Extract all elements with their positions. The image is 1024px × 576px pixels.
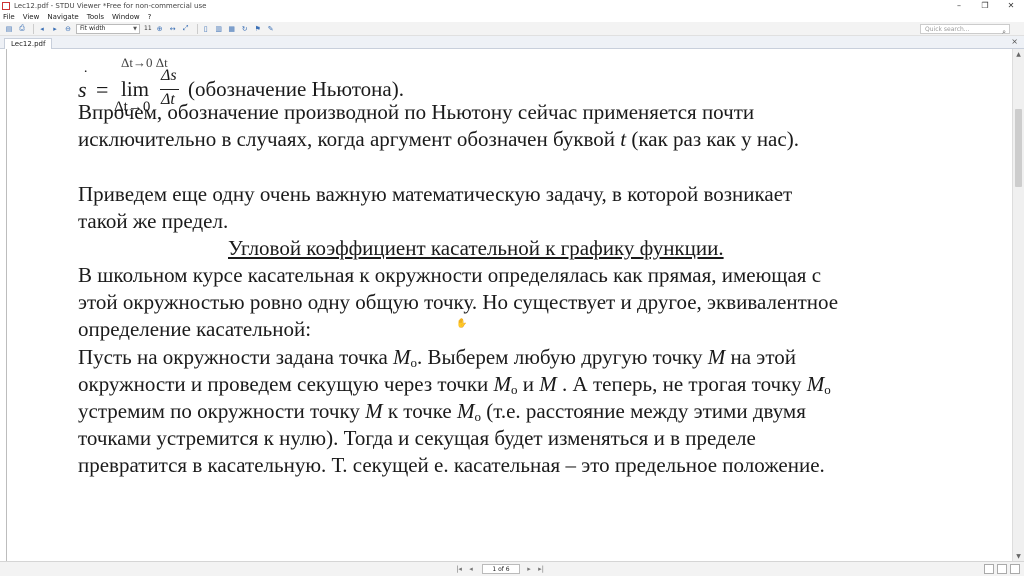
- scroll-down-icon[interactable]: ▼: [1013, 551, 1024, 561]
- facing-icon[interactable]: ▦: [227, 24, 237, 34]
- hand-cursor-icon: ✋: [456, 319, 468, 329]
- first-page-icon[interactable]: |◂: [454, 564, 464, 574]
- forward-icon[interactable]: ▸: [50, 24, 60, 34]
- open-icon[interactable]: ▤: [4, 24, 14, 34]
- last-page-icon[interactable]: ▸|: [536, 564, 546, 574]
- document-tab-strip: Lec12.pdf ×: [0, 36, 1024, 49]
- zoom-out-icon[interactable]: ⊖: [63, 24, 73, 34]
- fit-page-icon[interactable]: ⤢: [181, 24, 191, 34]
- view-mode-icon[interactable]: [984, 564, 994, 574]
- tab-lec12[interactable]: Lec12.pdf: [4, 38, 53, 49]
- print-icon[interactable]: ⎙: [17, 24, 27, 34]
- zoom-in-icon[interactable]: ⊕: [155, 24, 165, 34]
- maximize-button[interactable]: ❐: [972, 0, 998, 11]
- chevron-down-icon: ▼: [133, 25, 137, 32]
- menu-navigate[interactable]: Navigate: [47, 13, 78, 21]
- window-title: Lec12.pdf - STDU Viewer *Free for non-co…: [14, 1, 207, 10]
- back-icon[interactable]: ◂: [37, 24, 47, 34]
- text-line: исключительно в случаях, когда аргумент …: [78, 127, 799, 151]
- close-tab-icon[interactable]: ×: [1011, 37, 1018, 46]
- title-bar: Lec12.pdf - STDU Viewer *Free for non-co…: [0, 0, 1024, 11]
- text-line: Приведем еще одну очень важную математич…: [78, 182, 793, 206]
- toolbar-divider: [196, 23, 198, 34]
- toolbar: ▤ ⎙ ◂ ▸ ⊖ Fit width ▼ 11 ⊕ ↔ ⤢ ▯ ▥ ▦ ↻ ⚑…: [0, 22, 1024, 36]
- menu-file[interactable]: File: [3, 13, 15, 21]
- toolbar-divider: [33, 23, 34, 34]
- search-placeholder: Quick search...: [925, 25, 970, 33]
- zoom-dropdown[interactable]: Fit width ▼: [76, 23, 140, 34]
- next-page-icon[interactable]: ▸: [524, 564, 534, 574]
- text-line: определение касательной:: [78, 317, 312, 341]
- quick-search-input[interactable]: Quick search... ⌕: [920, 24, 1010, 36]
- tab-label: Lec12.pdf: [11, 40, 46, 48]
- close-button[interactable]: ✕: [998, 0, 1024, 11]
- prev-page-icon[interactable]: ◂: [466, 564, 476, 574]
- minimize-button[interactable]: –: [946, 0, 972, 11]
- text-line: В школьном курсе касательная к окружност…: [78, 263, 822, 287]
- section-heading: Угловой коэффициент касательной к график…: [228, 236, 724, 260]
- zoom-step: 11: [144, 25, 152, 32]
- text-line: точками устремится к нулю). Тогда и секу…: [78, 426, 756, 450]
- menu-tools[interactable]: Tools: [87, 13, 104, 21]
- pencil-icon[interactable]: ✎: [266, 24, 276, 34]
- app-logo-icon: [2, 1, 10, 10]
- text-line: этой окружностью ровно одну общую точку.…: [78, 290, 839, 314]
- scroll-thumb[interactable]: [1015, 109, 1022, 187]
- text-line: Впрочем, обозначение производной по Ньют…: [78, 100, 755, 124]
- status-bar: |◂ ◂ 1 of 6 ▸ ▸|: [0, 561, 1024, 576]
- window-controls: – ❐ ✕: [946, 0, 1024, 11]
- scroll-up-icon[interactable]: ▲: [1013, 49, 1024, 59]
- bookmark-icon[interactable]: ⚑: [253, 24, 263, 34]
- vertical-scrollbar[interactable]: ▲ ▼: [1012, 49, 1024, 561]
- layout-icon[interactable]: [997, 564, 1007, 574]
- zoom-value: Fit width: [80, 25, 106, 32]
- page-number-field[interactable]: 1 of 6: [482, 564, 520, 574]
- document-view[interactable]: Δt→0 Δt ˙ s = lim Δt→0 Δs Δt (обозначени…: [0, 49, 1012, 561]
- menu-bar: File View Navigate Tools Window ?: [0, 11, 1024, 22]
- status-view-controls: [981, 564, 1020, 574]
- menu-window[interactable]: Window: [112, 13, 140, 21]
- menu-help[interactable]: ?: [148, 13, 152, 21]
- formula-numerator: Δs: [161, 67, 177, 84]
- fraction-bar: [160, 89, 179, 90]
- single-page-icon[interactable]: ▯: [201, 24, 211, 34]
- menu-view[interactable]: View: [23, 13, 40, 21]
- text-line: превратится в касательную. Т. секущей е.…: [78, 453, 825, 477]
- fullscreen-icon[interactable]: [1010, 564, 1020, 574]
- fit-width-icon[interactable]: ↔: [168, 24, 178, 34]
- page-navigation: |◂ ◂ 1 of 6 ▸ ▸|: [454, 564, 548, 574]
- rotate-icon[interactable]: ↻: [240, 24, 250, 34]
- text-line: такой же предел.: [78, 209, 229, 233]
- continuous-icon[interactable]: ▥: [214, 24, 224, 34]
